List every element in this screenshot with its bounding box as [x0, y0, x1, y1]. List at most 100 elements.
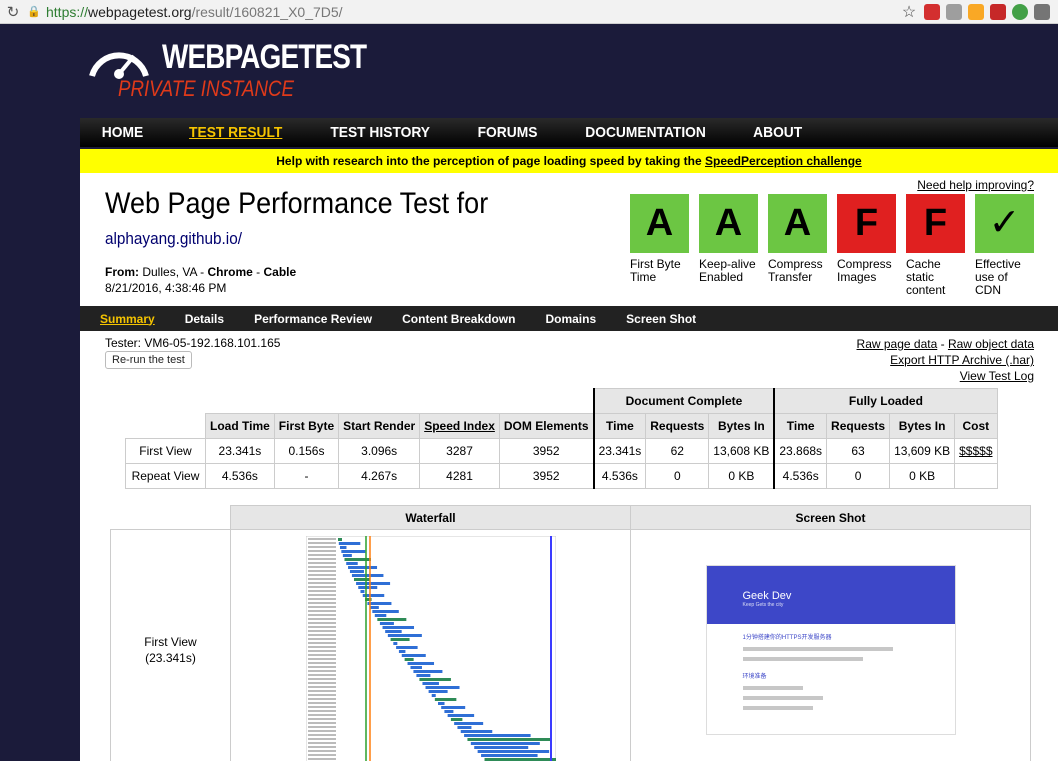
separator: - [252, 265, 264, 279]
need-help-link[interactable]: Need help improving? [917, 178, 1034, 192]
grade-cache-static[interactable]: F Cache static content [906, 194, 965, 297]
group-fully-loaded: Fully Loaded [773, 388, 998, 414]
grade-box: F [906, 194, 965, 253]
text-line [742, 695, 823, 700]
waterfall-label [307, 682, 336, 684]
extension-icon[interactable] [1034, 3, 1050, 20]
waterfall-label [307, 730, 336, 732]
bookmark-star-icon[interactable]: ☆ [894, 2, 924, 22]
raw-object-data-link[interactable]: Raw object data [948, 337, 1034, 351]
waterfall-bar [477, 750, 549, 753]
logo[interactable]: WEBPAGETEST PRIVATE INSTANCE [84, 36, 367, 106]
logo-title: WEBPAGETEST [162, 38, 367, 76]
screenshot-subtitle: Keep Gets the city [742, 601, 784, 608]
group-document-complete: Document Complete [592, 388, 775, 414]
speedperception-banner: Help with research into the perception o… [80, 149, 1058, 173]
raw-page-data-link[interactable]: Raw page data [857, 337, 938, 351]
spacer [111, 506, 231, 530]
address-bar[interactable]: https://webpagetest.org/result/160821_X0… [42, 4, 894, 20]
waterfall-label [307, 586, 336, 588]
adblock-icon[interactable] [990, 3, 1006, 20]
col-full-requests: Requests [826, 413, 891, 439]
tab-performance-review[interactable]: Performance Review [254, 312, 372, 326]
from-label: From: [105, 265, 139, 279]
text-line [742, 705, 813, 710]
row-label: First View [125, 438, 206, 464]
waterfall-bar [374, 614, 386, 617]
waterfall-bar [398, 650, 405, 653]
waterfall-label [307, 606, 336, 608]
grade-label: Cache static content [906, 257, 946, 297]
waterfall-bar [351, 574, 383, 577]
speedperception-link[interactable]: SpeedPerception challenge [705, 154, 862, 168]
tab-screen-shot[interactable]: Screen Shot [626, 312, 696, 326]
row-label: First View [144, 634, 197, 649]
waterfall-label [307, 594, 336, 596]
waterfall-label [307, 642, 336, 644]
screenshot-cell[interactable]: Geek Dev Keep Gets the city 1分钟搭建你的HTTPS… [630, 529, 1031, 761]
nav-test-result[interactable]: TEST RESULT [189, 124, 282, 141]
waterfall-bar [460, 730, 492, 733]
grade-compress-transfer[interactable]: A Compress Transfer [768, 194, 827, 297]
extension-icon[interactable] [946, 3, 962, 20]
speed-index-link[interactable]: Speed Index [424, 419, 495, 433]
cost-link[interactable]: $$$$$ [959, 444, 992, 458]
col-full-bytes: Bytes In [889, 413, 956, 439]
rerun-test-button[interactable]: Re-run the test [105, 351, 192, 369]
first-view-label: First View (23.341s) [110, 529, 231, 761]
waterfall-label [307, 542, 336, 544]
tab-domains[interactable]: Domains [545, 312, 596, 326]
extensions-area [924, 3, 1058, 20]
waterfall-bar [425, 686, 460, 689]
waterfall-bar [343, 558, 371, 561]
waterfall-chart[interactable] [305, 536, 556, 761]
view-test-log-link[interactable]: View Test Log [960, 369, 1034, 383]
nav-forums[interactable]: FORUMS [477, 124, 537, 141]
table-cell: 63 [826, 438, 891, 464]
table-cell [954, 463, 998, 489]
drive-icon[interactable] [968, 3, 984, 20]
waterfall-label [307, 550, 336, 552]
waterfall-bar [355, 582, 390, 585]
waterfall-label [307, 694, 336, 696]
table-cell: 23.341s [205, 438, 275, 464]
screenshot-section: 环境准备 [742, 673, 767, 680]
waterfall-bar [342, 554, 352, 557]
page-screenshot[interactable]: Geek Dev Keep Gets the city 1分钟搭建你的HTTPS… [705, 564, 956, 735]
extension-icon[interactable] [1012, 3, 1028, 20]
waterfall-bar [337, 538, 342, 541]
waterfall-label [307, 690, 336, 692]
waterfall-bar [387, 634, 422, 637]
table-cell: 62 [645, 438, 710, 464]
nav-home[interactable]: HOME [102, 124, 143, 141]
screenshot-title: Geek Dev [742, 589, 792, 602]
waterfall-bar [384, 630, 402, 633]
waterfall-label [307, 718, 336, 720]
table-cell: 4.536s [592, 463, 647, 489]
waterfall-bar [412, 670, 442, 673]
waterfall-bar [473, 746, 528, 749]
grade-compress-images[interactable]: F Compress Images [837, 194, 896, 297]
waterfall-label [307, 678, 336, 680]
waterfall-label [307, 538, 336, 540]
grade-keep-alive[interactable]: A Keep-alive Enabled [699, 194, 758, 297]
grade-first-byte[interactable]: A First Byte Time [630, 194, 689, 297]
export-har-link[interactable]: Export HTTP Archive (.har) [890, 353, 1034, 367]
nav-test-history[interactable]: TEST HISTORY [331, 124, 431, 141]
extension-icon[interactable] [924, 3, 940, 20]
grade-cdn[interactable]: ✓ Effective use of CDN [975, 194, 1034, 297]
sub-nav: Summary Details Performance Review Conte… [80, 306, 1058, 331]
tab-summary[interactable]: Summary [100, 312, 155, 326]
tab-details[interactable]: Details [185, 312, 224, 326]
waterfall-cell[interactable] [230, 529, 631, 761]
nav-documentation[interactable]: DOCUMENTATION [585, 124, 706, 141]
table-cell: 4.536s [773, 463, 828, 489]
reload-icon[interactable]: ↻ [0, 3, 26, 21]
waterfall-bar [392, 642, 397, 645]
checkmark-icon: ✓ [975, 194, 1034, 253]
tab-content-breakdown[interactable]: Content Breakdown [402, 312, 515, 326]
table-cell: 0 KB [889, 463, 956, 489]
lock-icon[interactable]: 🔒 [26, 5, 42, 18]
table-row: First View 23.341s 0.156s 3.096s 3287 39… [125, 438, 998, 464]
nav-about[interactable]: ABOUT [753, 124, 802, 141]
